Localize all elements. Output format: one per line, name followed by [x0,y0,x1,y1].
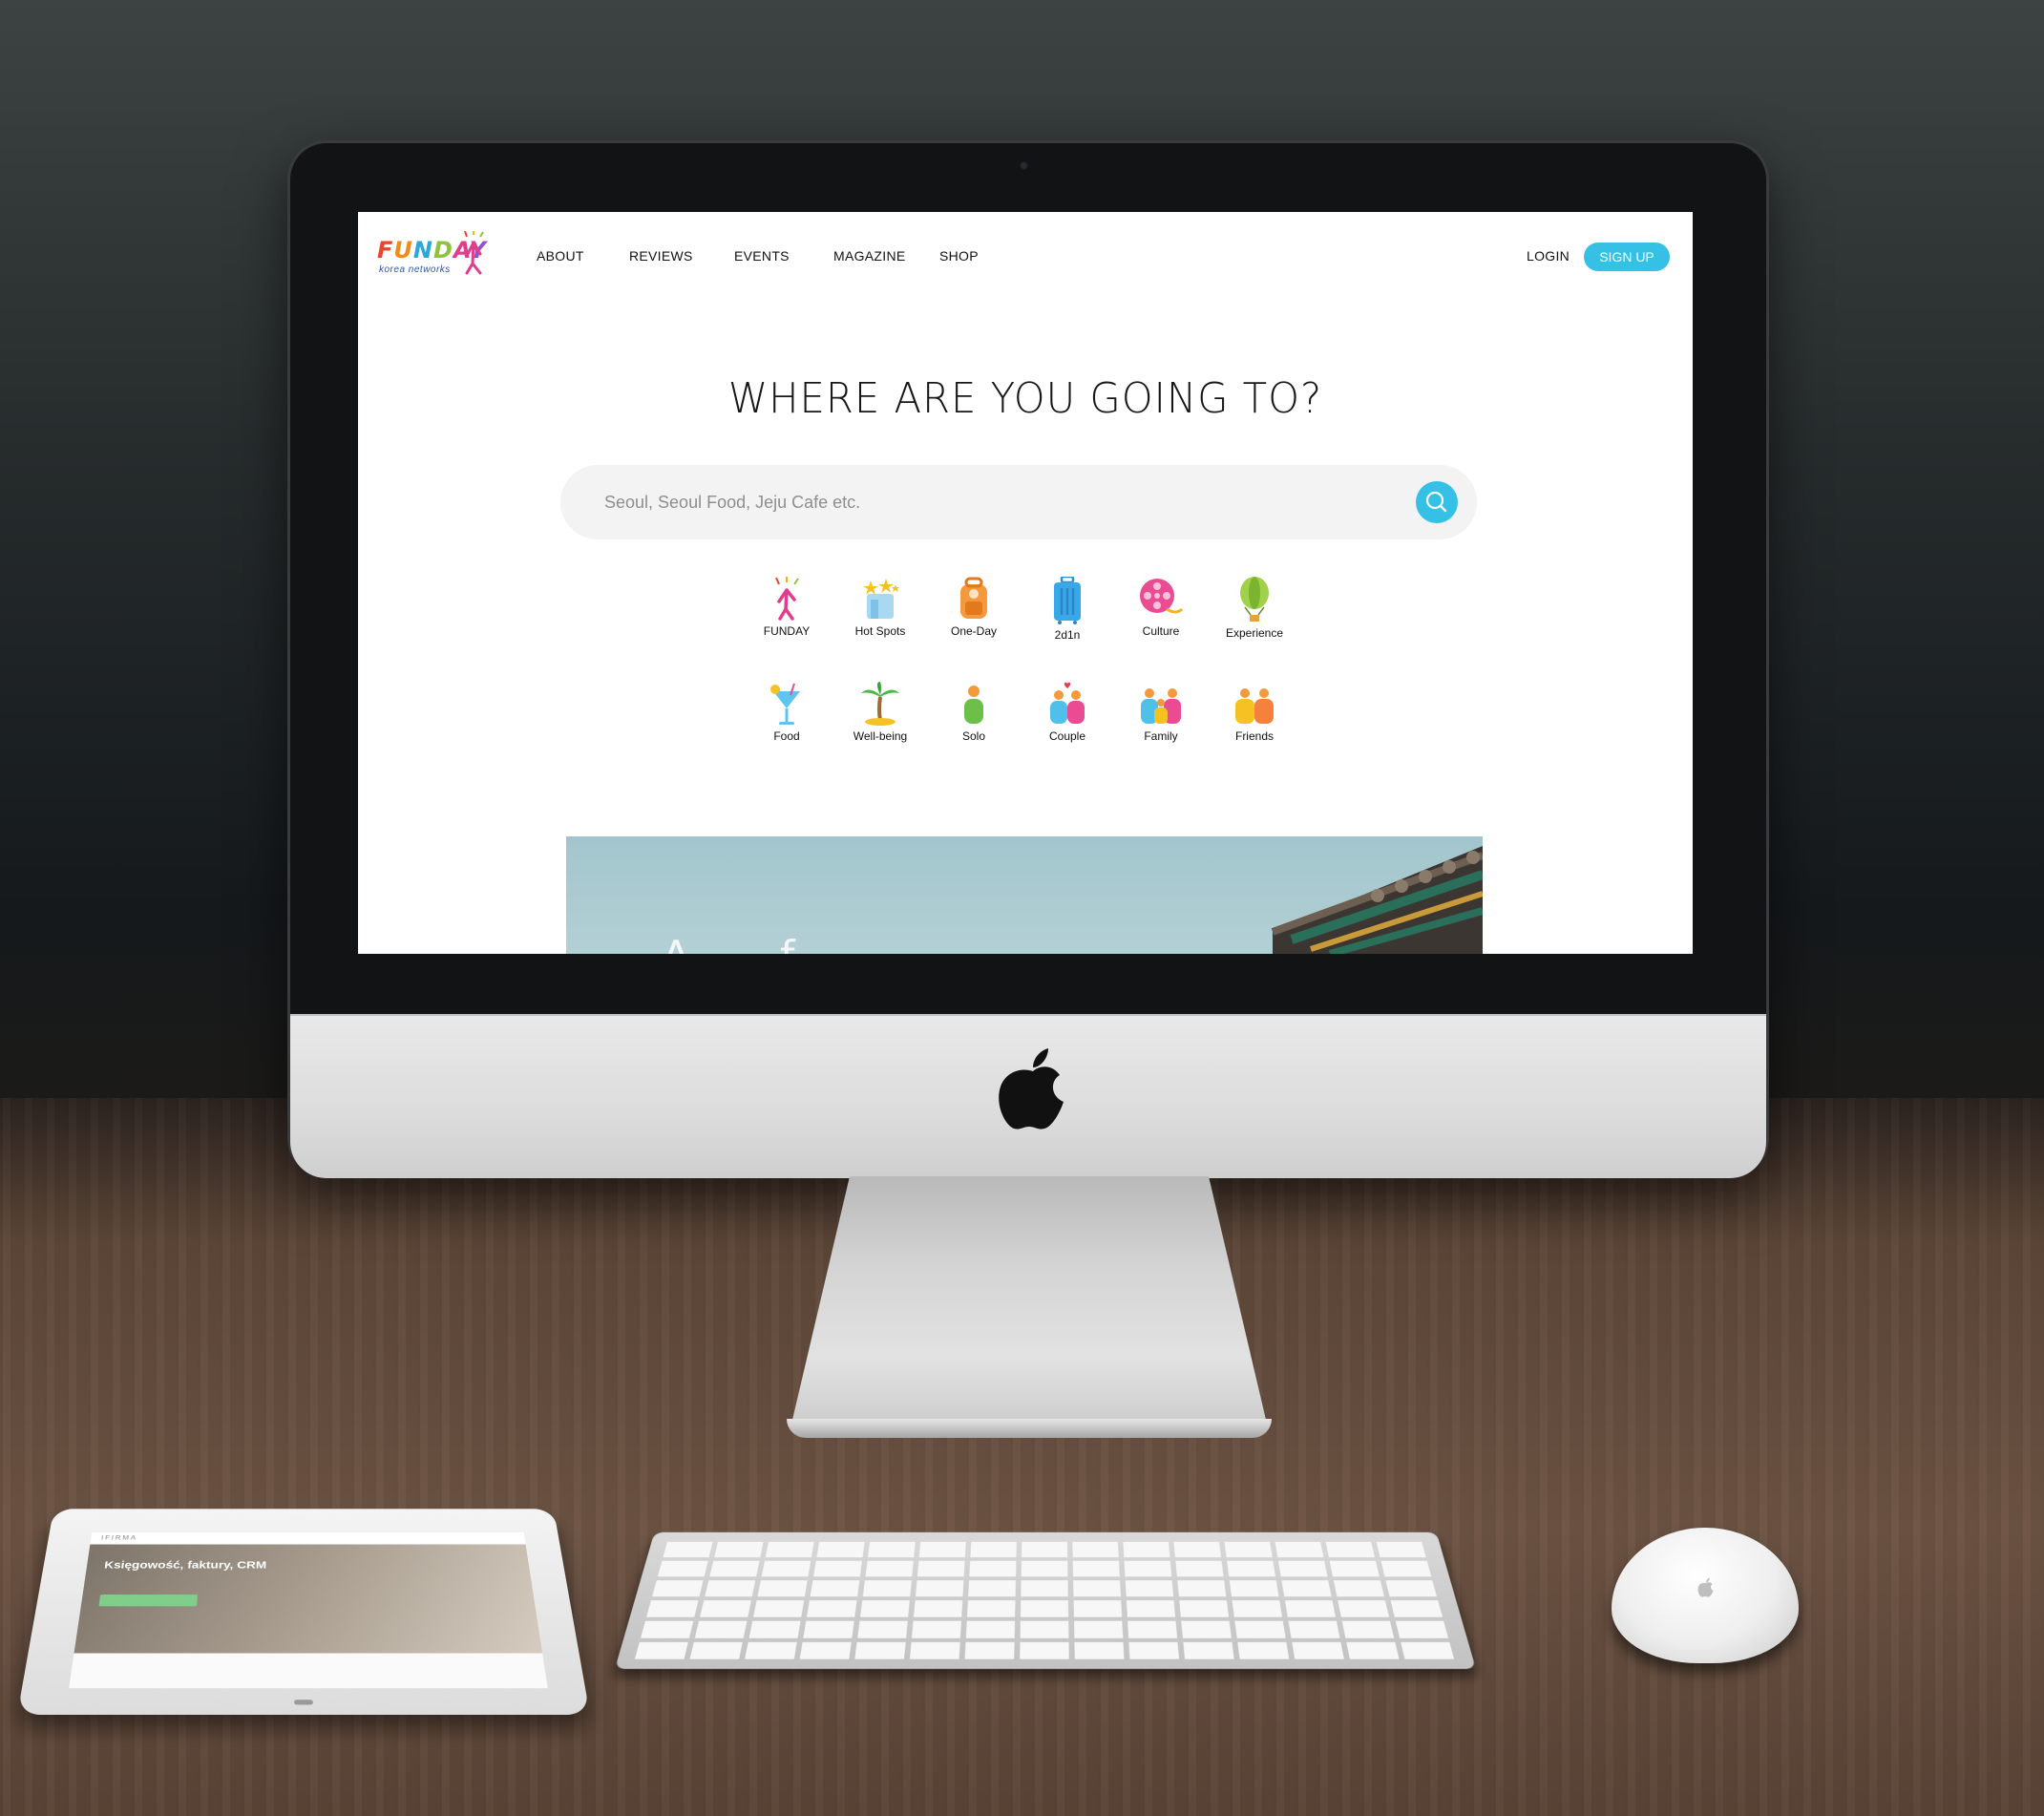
category-label: Friends [1234,729,1274,743]
category-label: Family [1144,729,1178,743]
tablet-headline: Księgowość, faktury, CRM [103,1559,267,1572]
hot-spots-icon [863,579,899,619]
person-icon [964,686,983,724]
category-family[interactable]: Family [1118,682,1204,743]
category-label: 2d1n [1054,628,1081,642]
category-label: Well-being [853,729,908,743]
friends-icon [1235,688,1274,724]
family-icon [1141,688,1181,724]
category-2d1n[interactable]: 2d1n [1024,577,1110,642]
funday-icon [775,577,799,621]
camera-icon [1020,161,1028,170]
category-well-being[interactable]: Well-being [837,682,923,743]
cocktail-icon [770,683,800,725]
nav-events[interactable]: EVENTS [734,248,790,264]
tablet-cta-button [98,1594,198,1607]
backpack-icon [960,577,987,619]
category-couple[interactable]: Couple [1024,682,1110,743]
category-food[interactable]: Food [744,682,830,743]
palm-tree-icon [861,682,899,726]
banner-headline: A ... f [662,932,799,954]
search-bar [560,465,1477,539]
keyboard-device [615,1531,1476,1669]
apple-logo-icon [999,1048,1064,1130]
site-logo[interactable]: FUNDAY korea networks [377,231,492,285]
search-icon [1425,491,1447,513]
tablet-home-indicator [294,1700,313,1705]
nav-about[interactable]: ABOUT [537,248,584,264]
monitor-stand [789,1176,1270,1436]
featured-banner[interactable]: A ... f [566,836,1483,954]
login-link[interactable]: LOGIN [1527,248,1570,264]
signup-button[interactable]: SIGN UP [1584,243,1670,271]
keyboard-keys [634,1541,1457,1659]
hot-air-balloon-icon [1240,577,1269,622]
apple-logo-icon [1697,1577,1714,1597]
search-button[interactable] [1416,481,1458,523]
tablet-device: IFIRMA Księgowość, faktury, CRM [17,1509,590,1715]
monitor-stand-base [787,1419,1272,1438]
category-friends[interactable]: Friends [1212,682,1297,743]
nav-shop[interactable]: SHOP [939,248,979,264]
category-label: Couple [1048,729,1086,743]
palace-roof-image [1271,846,1483,954]
category-label: Solo [961,729,986,743]
tablet-brand: IFIRMA [100,1533,138,1541]
hero-title: WHERE ARE YOU GOING TO? [727,374,1323,423]
category-hot-spots[interactable]: Hot Spots [837,577,923,638]
couple-icon [1050,682,1085,724]
tablet-site-header: IFIRMA [90,1531,526,1545]
browser-viewport: FUNDAY korea networks ABOUT REVIEWS EVEN… [358,212,1693,954]
logo-tagline: korea networks [379,264,451,275]
category-funday[interactable]: FUNDAY [744,577,830,638]
category-label: FUNDAY [763,624,811,638]
category-experience[interactable]: Experience [1212,577,1297,640]
category-label: Food [773,729,800,743]
category-culture[interactable]: Culture [1118,577,1204,638]
tablet-footer-strip [69,1653,548,1689]
film-reel-icon [1140,579,1184,614]
category-label: One-Day [950,624,998,638]
tablet-screen: IFIRMA Księgowość, faktury, CRM [69,1531,548,1689]
category-label: Hot Spots [854,624,906,638]
luggage-icon [1054,577,1081,624]
category-solo[interactable]: Solo [931,682,1017,743]
nav-reviews[interactable]: REVIEWS [629,248,693,264]
category-label: Experience [1225,626,1284,640]
top-navigation: FUNDAY korea networks ABOUT REVIEWS EVEN… [358,212,1693,304]
category-label: Culture [1142,624,1180,638]
category-one-day[interactable]: One-Day [931,577,1017,638]
search-input[interactable] [602,482,1351,522]
nav-magazine[interactable]: MAGAZINE [833,248,906,264]
funday-figure-icon [464,231,484,275]
